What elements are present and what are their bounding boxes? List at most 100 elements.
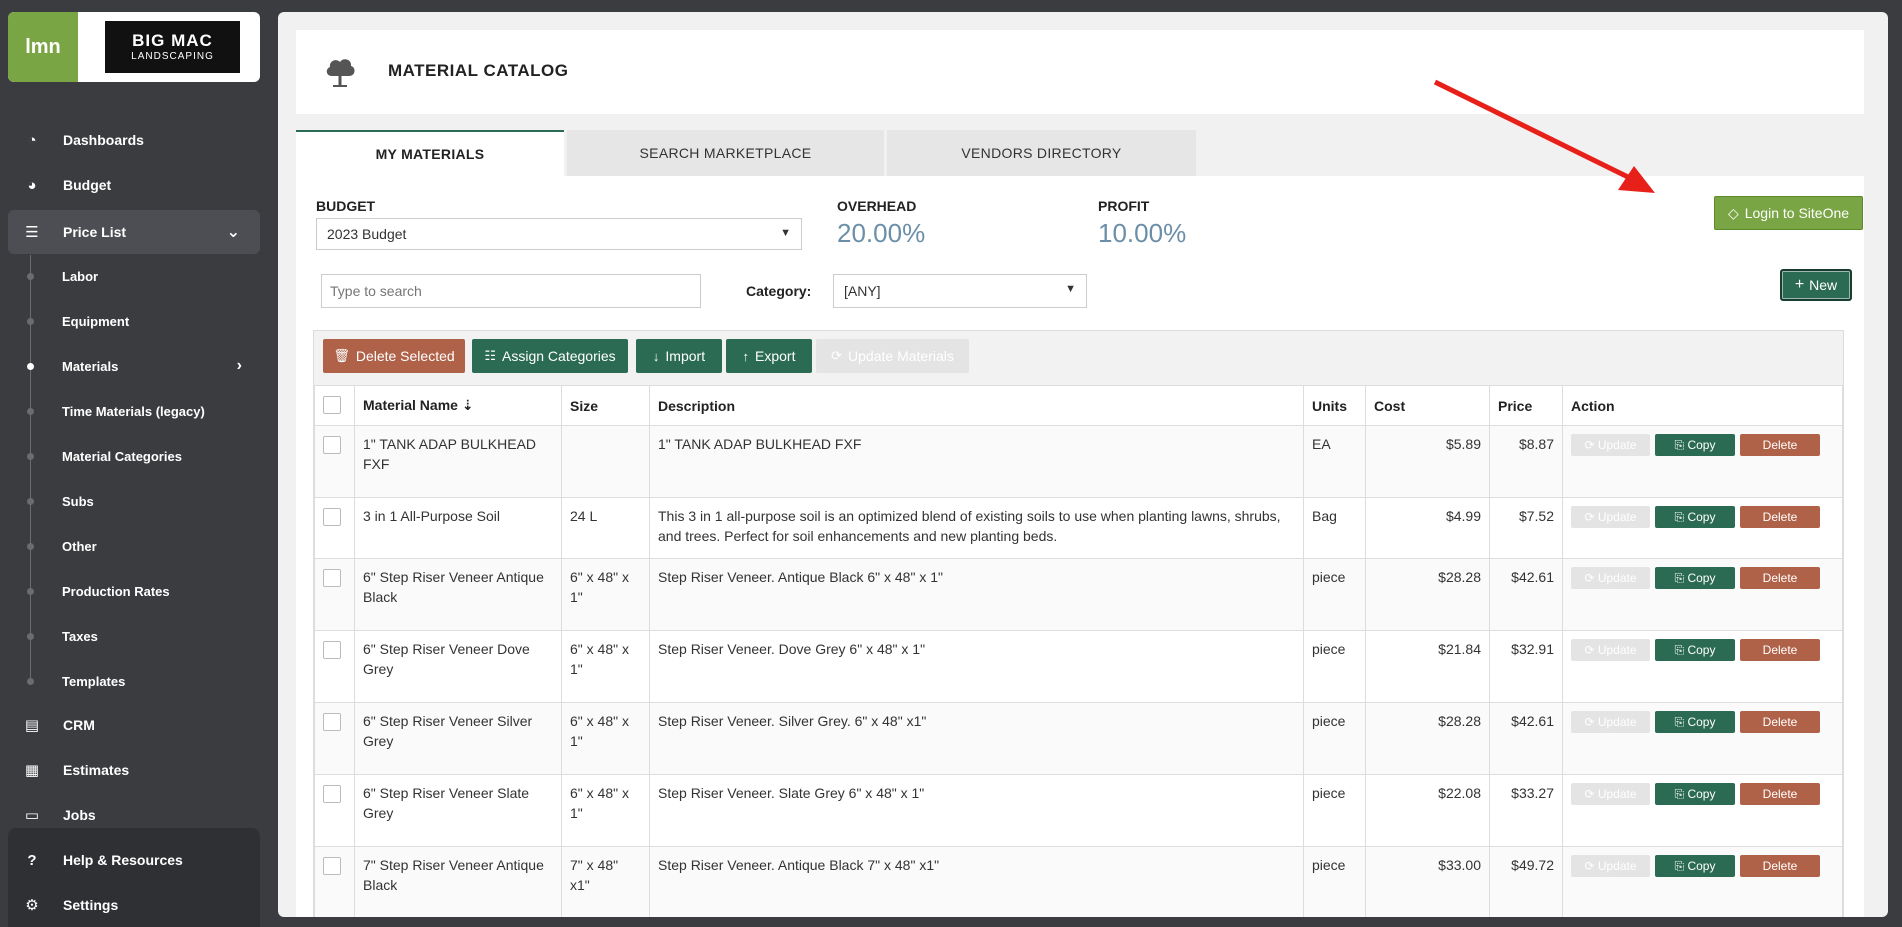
column-header-cost[interactable]: Cost — [1365, 385, 1490, 426]
row-checkbox[interactable] — [323, 508, 341, 526]
assign-categories-button[interactable]: ☷ Assign Categories — [472, 339, 628, 373]
sub-item-time-materials[interactable]: Time Materials (legacy) — [62, 396, 205, 426]
update-button[interactable]: ⟳ Update — [1571, 783, 1650, 805]
table-row: 6" Step Riser Veneer Dove Grey 6" x 48" x… — [314, 630, 1843, 703]
copy-button[interactable]: ⎘ Copy — [1655, 506, 1735, 528]
update-button[interactable]: ⟳ Update — [1571, 855, 1650, 877]
nav-budget[interactable]: ◕ Budget — [8, 165, 260, 205]
sub-item-labor[interactable]: Labor — [62, 261, 98, 291]
delete-button[interactable]: Delete — [1740, 783, 1820, 805]
nav-help[interactable]: ? Help & Resources — [8, 840, 260, 880]
tab-vendors-directory[interactable]: VENDORS DIRECTORY — [887, 130, 1196, 176]
row-checkbox[interactable] — [323, 713, 341, 731]
cell-checkbox — [314, 497, 355, 559]
delete-button[interactable]: Delete — [1740, 506, 1820, 528]
sub-item-other[interactable]: Other — [62, 531, 97, 561]
cell-description: Step Riser Veneer. Slate Grey 6" x 48" x… — [649, 774, 1304, 847]
update-button[interactable]: ⟳ Update — [1571, 567, 1650, 589]
column-header-description[interactable]: Description — [649, 385, 1304, 426]
cell-price: $8.87 — [1489, 425, 1563, 498]
page-title: MATERIAL CATALOG — [388, 61, 569, 80]
annotation-arrow — [1433, 79, 1655, 193]
nav-dashboards[interactable]: ◔ Dashboards — [8, 120, 260, 160]
update-button[interactable]: ⟳ Update — [1571, 434, 1650, 456]
delete-button-label: Delete — [1762, 510, 1798, 524]
copy-icon: ⎘ — [1674, 715, 1688, 729]
column-header-units[interactable]: Units — [1303, 385, 1366, 426]
nav-estimates[interactable]: ▦ Estimates — [8, 750, 260, 790]
materials-table-container: 🗑 Delete Selected ☷ Assign Categories ↓ … — [313, 330, 1844, 917]
copy-button[interactable]: ⎘ Copy — [1655, 434, 1735, 456]
cell-name: 3 in 1 All-Purpose Soil — [354, 497, 562, 559]
row-checkbox[interactable] — [323, 436, 341, 454]
login-siteone-button[interactable]: ◇ Login to SiteOne — [1714, 196, 1863, 230]
profit-value: 10.00% — [1098, 218, 1187, 248]
update-button[interactable]: ⟳ Update — [1571, 506, 1650, 528]
copy-icon: ⎘ — [1674, 859, 1688, 873]
delete-selected-button[interactable]: 🗑 Delete Selected — [323, 339, 465, 373]
copy-button[interactable]: ⎘ Copy — [1655, 783, 1735, 805]
cell-units: Bag — [1303, 497, 1366, 559]
nav-price-list[interactable]: ☰ Price List ⌄ — [8, 210, 260, 254]
table-row: 6" Step Riser Veneer Antique Black 6" x 4… — [314, 558, 1843, 631]
column-header-name[interactable]: Material Name ⇣ — [354, 385, 562, 426]
contacts-icon: ▤ — [24, 717, 40, 734]
tab-search-marketplace[interactable]: SEARCH MARKETPLACE — [567, 130, 884, 176]
brand-logo[interactable]: lmn BIG MAC LANDSCAPING — [8, 12, 260, 82]
update-materials-button[interactable]: ⟳ Update Materials — [816, 339, 969, 373]
submenu-dot — [27, 633, 34, 640]
arrow-up-icon: ↑ — [742, 348, 750, 364]
chevron-down-icon: ▼ — [1065, 283, 1076, 295]
delete-button[interactable]: Delete — [1740, 434, 1820, 456]
column-header-price[interactable]: Price — [1489, 385, 1563, 426]
update-button-label: Update — [1597, 787, 1637, 801]
sub-item-production-rates[interactable]: Production Rates — [62, 576, 170, 606]
row-checkbox[interactable] — [323, 569, 341, 587]
delete-button-label: Delete — [1762, 438, 1798, 452]
copy-button[interactable]: ⎘ Copy — [1655, 567, 1735, 589]
sub-item-material-categories[interactable]: Material Categories — [62, 441, 182, 471]
cell-units: piece — [1303, 630, 1366, 703]
import-button[interactable]: ↓ Import — [636, 339, 722, 373]
cell-name: 7" Step Riser Veneer Antique Black — [354, 846, 562, 917]
sub-item-materials[interactable]: Materials › — [62, 351, 242, 381]
column-header-size[interactable]: Size — [561, 385, 650, 426]
tab-my-materials[interactable]: MY MATERIALS — [296, 130, 564, 176]
cell-size: 6" x 48" x 1" — [561, 630, 650, 703]
delete-button[interactable]: Delete — [1740, 567, 1820, 589]
sub-item-equipment[interactable]: Equipment — [62, 306, 129, 336]
export-button[interactable]: ↑ Export — [726, 339, 812, 373]
materials-table: Material Name ⇣ Size Description Units C… — [314, 385, 1843, 917]
delete-button[interactable]: Delete — [1740, 639, 1820, 661]
sub-item-subs[interactable]: Subs — [62, 486, 94, 516]
copy-button-label: Copy — [1687, 571, 1716, 585]
search-input[interactable] — [321, 274, 701, 308]
select-all-cell — [314, 385, 355, 426]
delete-button-label: Delete — [1762, 571, 1798, 585]
assign-categories-label: Assign Categories — [502, 348, 616, 364]
category-select[interactable]: [ANY] ▼ — [833, 274, 1087, 308]
copy-button[interactable]: ⎘ Copy — [1655, 639, 1735, 661]
row-checkbox[interactable] — [323, 641, 341, 659]
update-button[interactable]: ⟳ Update — [1571, 711, 1650, 733]
nav-crm[interactable]: ▤ CRM — [8, 705, 260, 745]
new-button[interactable]: + New — [1780, 269, 1852, 301]
update-button[interactable]: ⟳ Update — [1571, 639, 1650, 661]
copy-button[interactable]: ⎘ Copy — [1655, 711, 1735, 733]
nav-settings[interactable]: ⚙ Settings — [8, 885, 260, 925]
cell-description: Step Riser Veneer. Dove Grey 6" x 48" x … — [649, 630, 1304, 703]
select-all-checkbox[interactable] — [323, 396, 341, 414]
row-checkbox[interactable] — [323, 785, 341, 803]
cell-checkbox — [314, 425, 355, 498]
sub-item-templates[interactable]: Templates — [62, 666, 125, 696]
cell-cost: $21.84 — [1365, 630, 1490, 703]
copy-button[interactable]: ⎘ Copy — [1655, 855, 1735, 877]
delete-button[interactable]: Delete — [1740, 711, 1820, 733]
budget-select[interactable]: 2023 Budget ▼ — [316, 218, 802, 250]
cell-price: $7.52 — [1489, 497, 1563, 559]
cell-price: $33.27 — [1489, 774, 1563, 847]
delete-button[interactable]: Delete — [1740, 855, 1820, 877]
help-icon: ? — [27, 851, 37, 869]
row-checkbox[interactable] — [323, 857, 341, 875]
sub-item-taxes[interactable]: Taxes — [62, 621, 98, 651]
